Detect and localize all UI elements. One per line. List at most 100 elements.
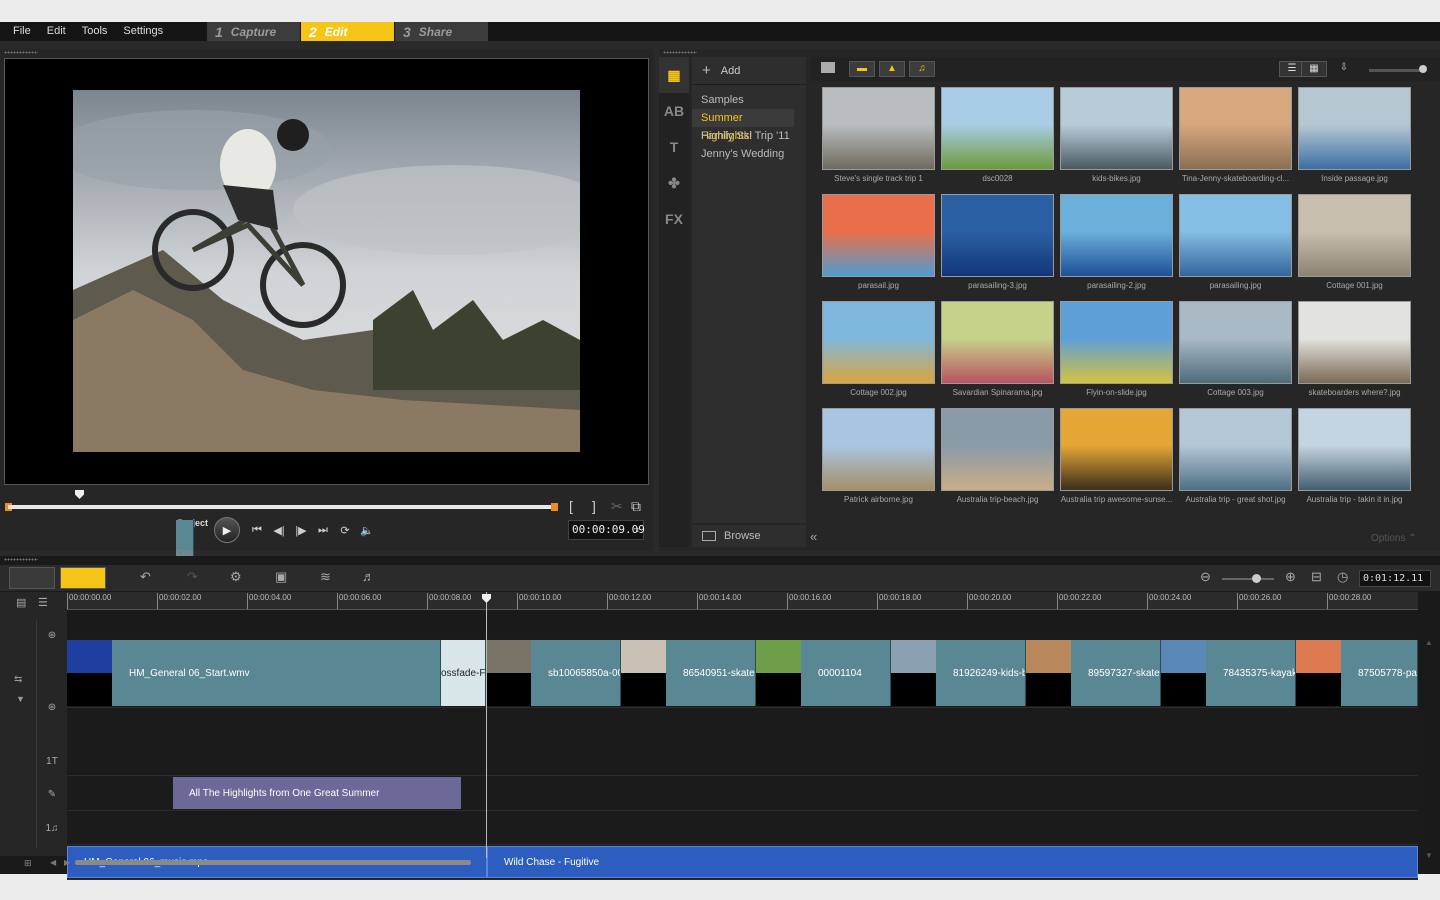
undo-icon[interactable]: ↶ — [140, 569, 151, 585]
overlay-track-header[interactable]: ⊛ — [36, 678, 67, 746]
video-clip[interactable]: 78435375-kayak — [1161, 640, 1296, 706]
graphic-tab-icon[interactable]: ✤ — [659, 165, 689, 201]
media-thumbnail[interactable]: Savardian Spinarama.jpg — [941, 301, 1054, 397]
video-clip[interactable]: 81926249-kids-b — [891, 640, 1026, 706]
play-button[interactable]: ▶ — [214, 517, 240, 543]
scroll-right-icon[interactable]: ▶ — [64, 858, 70, 867]
media-thumbnail[interactable]: Australia trip-beach.jpg — [941, 408, 1054, 504]
timeline-ruler[interactable]: 00:00:00.00 00:00:02.00 00:00:04.00 00:00:0… — [67, 592, 1418, 610]
voice-track[interactable] — [67, 811, 1418, 845]
panel-grip[interactable] — [4, 558, 38, 561]
filter-tab-icon[interactable]: FX — [659, 201, 689, 237]
timecode-stepper-icon[interactable]: ⇕ — [635, 521, 640, 539]
volume-icon[interactable]: 🔈 — [356, 519, 378, 541]
panel-grip[interactable] — [4, 51, 38, 54]
sort-icon[interactable]: ⇩ — [1331, 61, 1357, 77]
media-thumbnail[interactable]: parasailing.jpg — [1179, 194, 1292, 290]
options-button[interactable]: Options ⌃ — [1371, 533, 1417, 544]
scrubber-handle[interactable] — [75, 490, 84, 499]
media-thumbnail[interactable]: parasailing-3.jpg — [941, 194, 1054, 290]
video-clip[interactable]: HM_General 06_Start.wmv — [67, 640, 441, 706]
folder-samples[interactable]: Samples — [692, 91, 794, 109]
menu-tools[interactable]: Tools — [74, 22, 116, 41]
video-clip[interactable]: 89597327-skateb — [1026, 640, 1161, 706]
scroll-left-icon[interactable]: ◀ — [50, 858, 56, 867]
video-clip[interactable]: sb10065850a-00 — [486, 640, 621, 706]
title-tab-icon[interactable]: T — [659, 129, 689, 165]
media-thumbnail[interactable]: Australia trip - takin it in.jpg — [1298, 408, 1411, 504]
redo-icon[interactable]: ↷ — [187, 569, 198, 585]
menu-edit[interactable]: Edit — [39, 22, 74, 41]
title-track[interactable]: All The Highlights from One Great Summer — [67, 776, 1418, 811]
show-photos-icon[interactable]: ▲ — [879, 61, 905, 77]
thumbnail-size-knob[interactable] — [1419, 65, 1427, 73]
import-folder-icon[interactable] — [821, 62, 835, 73]
scroll-down-icon[interactable]: ▼ — [1425, 851, 1433, 860]
timeline-zoom-knob[interactable] — [1252, 574, 1261, 583]
media-tab-icon[interactable]: ▦ — [659, 57, 689, 93]
previous-frame-icon[interactable]: ◀| — [268, 519, 290, 541]
music-track-header[interactable]: 1♫ — [36, 813, 67, 848]
record-capture-icon[interactable]: ⚙ — [230, 569, 242, 585]
preview-scrubber[interactable] — [8, 505, 554, 509]
sound-mixer-icon[interactable]: ≋ — [320, 569, 331, 585]
video-clip[interactable]: 87505778-pa — [1296, 640, 1418, 706]
step-capture-tab[interactable]: 1 Capture — [207, 22, 300, 41]
media-thumbnail[interactable]: Steve's single track trip 1 — [822, 87, 935, 183]
timeline-zoom-slider[interactable] — [1222, 578, 1274, 580]
menu-file[interactable]: File — [0, 22, 39, 41]
media-thumbnail[interactable]: Cottage 001.jpg — [1298, 194, 1411, 290]
step-edit-tab[interactable]: 2 Edit — [301, 22, 394, 41]
go-to-start-icon[interactable]: ⏮ — [246, 519, 268, 541]
show-audio-icon[interactable]: ♫ — [909, 61, 935, 77]
media-thumbnail[interactable]: Tina-Jenny-skateboarding-cl... — [1179, 87, 1292, 183]
show-videos-icon[interactable]: ▬ — [849, 61, 875, 77]
video-clip[interactable]: 86540951-skateb — [621, 640, 756, 706]
repeat-icon[interactable]: ⟳ — [334, 519, 356, 541]
media-thumbnail[interactable]: skateboarders where?.jpg — [1298, 301, 1411, 397]
music-clip[interactable]: Wild Chase - Fugitive — [487, 846, 1418, 878]
timeline-vertical-scrollbar[interactable]: ▲ ▼ — [1421, 638, 1435, 860]
timeline-playhead[interactable] — [486, 592, 487, 858]
video-clip[interactable]: ossfade-F — [441, 640, 486, 706]
add-folder-button[interactable]: + Add — [692, 57, 806, 85]
expand-tracks-icon[interactable]: ▼ — [16, 694, 25, 704]
preview-mode-selector[interactable]: Project Clip — [176, 518, 208, 586]
enlarge-preview-icon[interactable]: ⧉ — [631, 498, 641, 515]
go-to-end-icon[interactable]: ⏭ — [312, 519, 334, 541]
mark-in-button[interactable]: [ — [569, 498, 573, 514]
media-thumbnail[interactable]: parasail.jpg — [822, 194, 935, 290]
mark-out-button[interactable]: ] — [592, 498, 596, 514]
media-thumbnail[interactable]: kids-bikes.jpg — [1060, 87, 1173, 183]
folder-summer-highlights[interactable]: Summer Highlights! — [692, 109, 794, 142]
auto-music-icon[interactable]: ♬ — [362, 569, 375, 584]
timeline-horizontal-scrollbar[interactable] — [75, 860, 471, 865]
panel-grip[interactable] — [663, 51, 697, 54]
transition-tab-icon[interactable]: AB — [659, 93, 689, 129]
thumbnail-size-slider[interactable] — [1369, 69, 1425, 72]
chapter-cue-icon[interactable]: ☰ — [38, 596, 48, 609]
media-thumbnail[interactable]: Australia trip - great shot.jpg — [1179, 408, 1292, 504]
media-thumbnail[interactable]: parasailing-2.jpg — [1060, 194, 1173, 290]
media-thumbnail[interactable]: Cottage 003.jpg — [1179, 301, 1292, 397]
collapse-library-icon[interactable]: « — [810, 529, 817, 544]
next-frame-icon[interactable]: |▶ — [290, 519, 312, 541]
media-thumbnail[interactable]: dsc0028 — [941, 87, 1054, 183]
folder-family-ski-trip[interactable]: Family Ski Trip '11 — [692, 127, 794, 145]
scroll-up-icon[interactable]: ▲ — [1425, 638, 1433, 647]
media-thumbnail[interactable]: Australia trip awesome-sunse... — [1060, 408, 1173, 504]
fit-project-icon[interactable]: ⊟ — [1311, 569, 1322, 585]
preview-timecode[interactable]: 00:00:09.09 ⇕ — [568, 520, 645, 540]
split-clip-icon[interactable]: ✂ — [611, 498, 623, 515]
step-share-tab[interactable]: 3 Share — [395, 22, 488, 41]
trim-end-marker[interactable] — [551, 503, 558, 511]
video-track[interactable]: HM_General 06_Start.wmv ossfade-F sb100658… — [67, 638, 1418, 708]
media-thumbnail[interactable]: Cottage 002.jpg — [822, 301, 935, 397]
zoom-track-icon[interactable]: ⊞ — [24, 858, 32, 869]
overlay-track[interactable] — [67, 708, 1418, 776]
media-thumbnail[interactable]: Flyin-on-slide.jpg — [1060, 301, 1173, 397]
timeline-view-button[interactable] — [60, 567, 106, 589]
browse-button[interactable]: Browse — [692, 525, 806, 547]
zoom-out-icon[interactable]: ⊖ — [1200, 569, 1211, 585]
video-clip[interactable]: 00001104 — [756, 640, 891, 706]
